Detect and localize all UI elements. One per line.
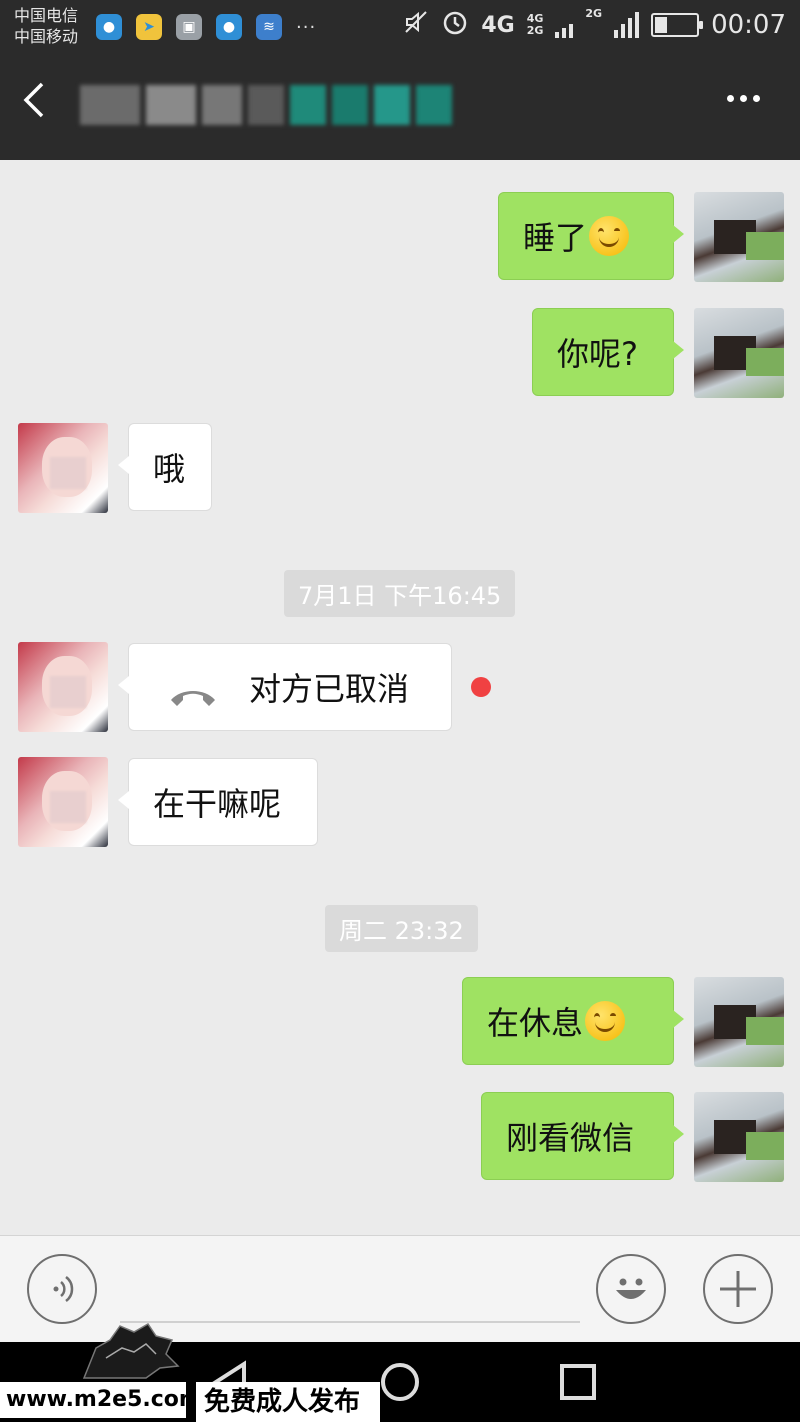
back-button[interactable] (20, 80, 70, 130)
message-text: 在干嘛呢 (153, 785, 282, 823)
more-functions-button[interactable] (703, 1254, 773, 1324)
gallery-app-icon: ▣ (176, 14, 202, 40)
message-app-icon: ● (216, 14, 242, 40)
chat-message-list[interactable]: 睡了 你呢? 哦 7月1日 下午16:45 对方已取消 在干嘛呢 周二 23:3… (0, 160, 800, 1235)
message-bubble-sent[interactable]: 刚看微信 (481, 1092, 684, 1180)
avatar-self[interactable] (694, 977, 784, 1067)
avatar-self[interactable] (694, 192, 784, 282)
plus-icon (720, 1271, 756, 1307)
timestamp: 7月1日 下午16:45 (284, 570, 516, 617)
clock: 00:07 (711, 10, 786, 40)
emoji-button[interactable] (596, 1254, 666, 1324)
back-arrow-icon (23, 82, 44, 118)
voice-icon (53, 1276, 74, 1302)
network-4g-label: 4G (481, 12, 515, 38)
battery-icon (651, 13, 704, 37)
watermark-text: 免费成人发布 (196, 1382, 380, 1422)
unread-indicator (471, 677, 491, 697)
more-options-button[interactable] (727, 95, 760, 102)
message-text: 在休息 (487, 1004, 584, 1042)
message-bubble-received[interactable]: 在干嘛呢 (118, 758, 318, 846)
nav-recents-button[interactable] (560, 1364, 596, 1404)
message-bubble-sent[interactable]: 睡了 (498, 192, 684, 280)
phone-hangup-icon (169, 678, 217, 706)
status-bar: 中国电信 中国移动 ● ➤ ▣ ● ≋ ··· 4G 4G 2G 2G 00:0… (0, 0, 800, 55)
alarm-icon (441, 8, 469, 42)
more-notifications-icon: ··· (296, 16, 317, 38)
message-bubble-sent[interactable]: 在休息 (462, 977, 684, 1065)
avatar-contact[interactable] (18, 757, 108, 847)
message-text: 你呢? (557, 335, 638, 373)
avatar-contact[interactable] (18, 642, 108, 732)
avatar-contact[interactable] (18, 423, 108, 513)
signal-strength-icon-2 (614, 12, 640, 38)
timestamp: 周二 23:32 (325, 905, 478, 952)
mute-icon (403, 9, 429, 41)
message-text: 刚看微信 (506, 1119, 635, 1157)
network-dual-label: 4G 2G (526, 12, 544, 37)
carrier-1: 中国电信 (14, 6, 79, 25)
nav-home-button[interactable] (380, 1362, 420, 1406)
message-text: 哦 (153, 450, 186, 488)
message-bubble-sent[interactable]: 你呢? (532, 308, 684, 396)
call-status-text: 对方已取消 (249, 670, 410, 708)
message-input[interactable] (120, 1321, 580, 1323)
more-dot-icon (727, 95, 734, 102)
smiley-icon (616, 1278, 646, 1299)
system-status: 4G 4G 2G 2G 00:07 (403, 8, 786, 42)
watermark-url: www.m2e5.com (0, 1382, 202, 1418)
notification-icons: ● ➤ ▣ ● ≋ ··· (96, 14, 316, 40)
wifi-app-icon: ≋ (256, 14, 282, 40)
smile-emoji-icon (585, 1001, 626, 1041)
smile-emoji-icon (589, 216, 630, 256)
avatar-self[interactable] (694, 1092, 784, 1182)
maps-app-icon: ➤ (136, 14, 162, 40)
chat-header (0, 55, 800, 160)
signal-strength-icon-1 (555, 12, 574, 38)
carrier-2: 中国移动 (14, 27, 79, 46)
network-2g-label: 2G (585, 7, 603, 20)
voice-input-button[interactable] (27, 1254, 97, 1324)
location-app-icon: ● (96, 14, 122, 40)
nav-home-icon (381, 1363, 419, 1401)
message-bubble-received[interactable]: 哦 (118, 423, 212, 511)
nav-recents-icon (560, 1364, 596, 1400)
watermark-logo (76, 1318, 186, 1382)
chat-title-blurred (80, 85, 460, 129)
carrier-info: 中国电信 中国移动 (14, 5, 78, 47)
avatar-self[interactable] (694, 308, 784, 398)
call-record-bubble[interactable]: 对方已取消 (118, 643, 452, 731)
message-text: 睡了 (523, 219, 588, 257)
